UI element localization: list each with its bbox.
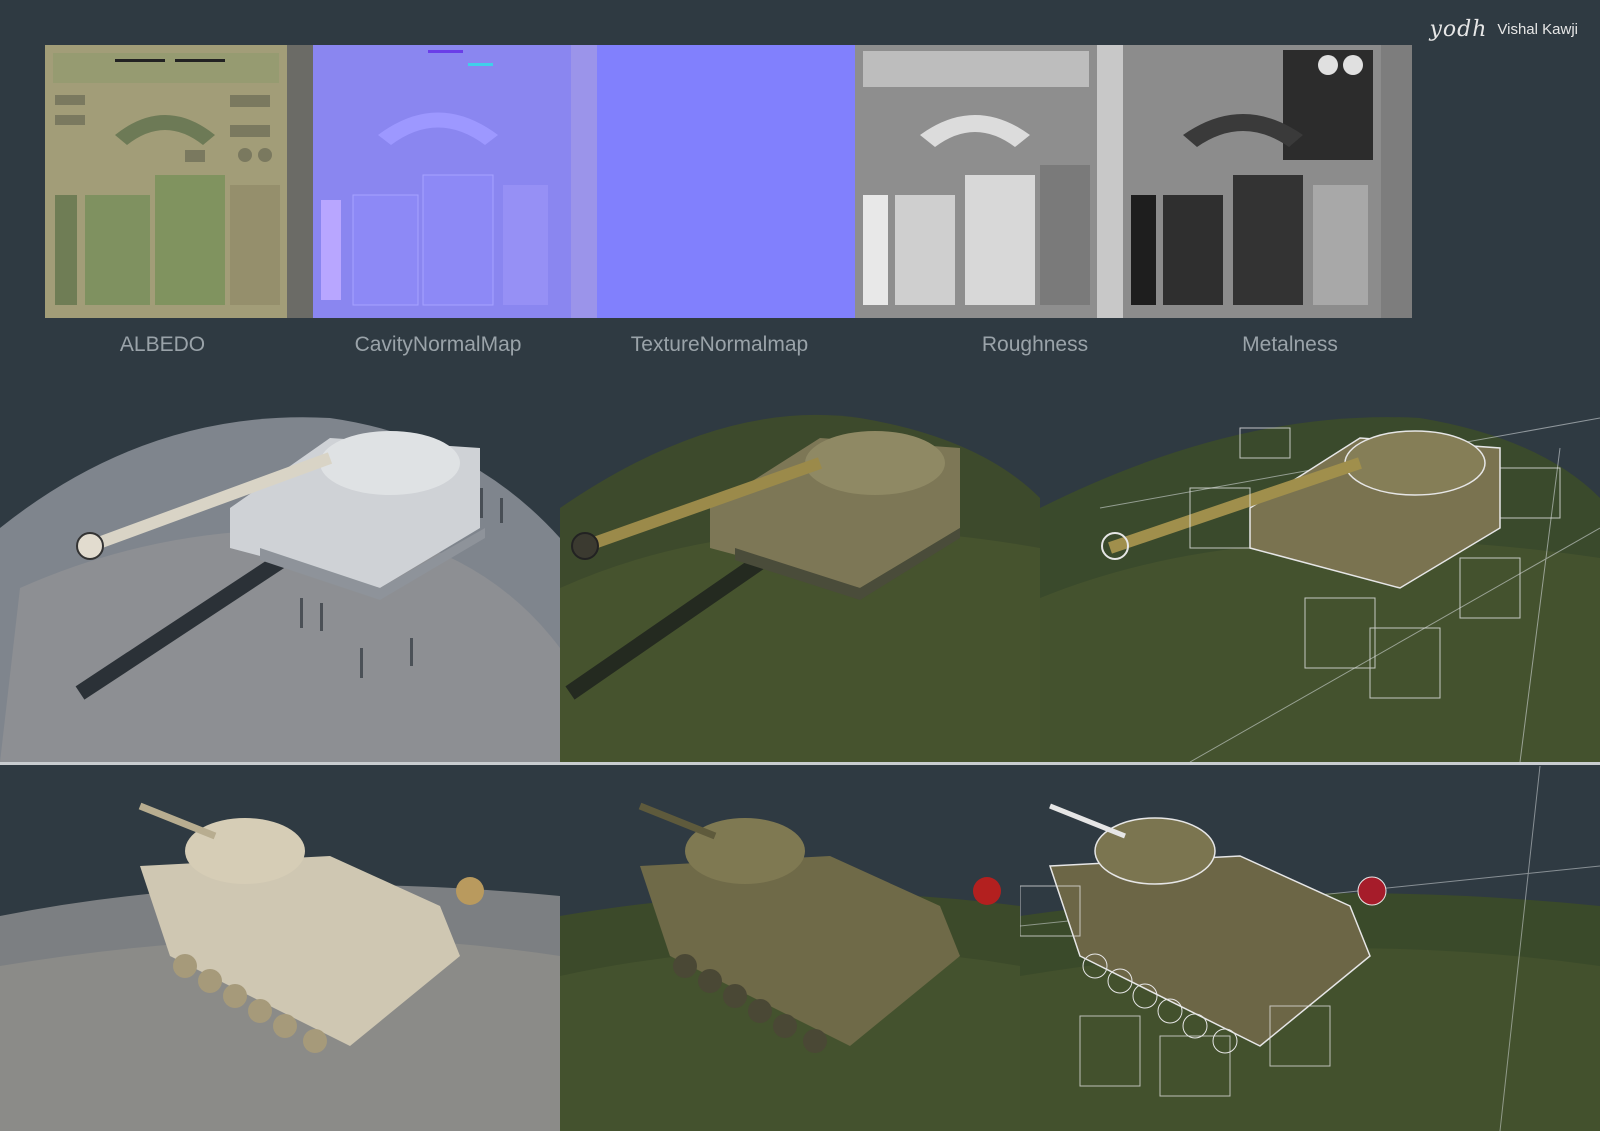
texture-normal-map-image <box>597 45 855 318</box>
textured-render-bottom <box>560 766 1020 1131</box>
roughness-label: Roughness <box>981 333 1089 356</box>
metalness-map-image <box>1123 45 1381 318</box>
texture-map-strip <box>45 45 1412 318</box>
render-row-top <box>0 388 1600 762</box>
clay-render-top <box>0 388 560 762</box>
wireframe-render-bottom <box>1020 766 1600 1131</box>
texture-normal-map-label: TextureNormalmap <box>630 333 809 356</box>
metalness-label: Metalness <box>1242 333 1338 356</box>
wireframe-render-top <box>1040 388 1600 762</box>
render-row-bottom <box>0 766 1600 1131</box>
clay-render-bottom <box>0 766 560 1131</box>
albedo-label: ALBEDO <box>119 333 206 356</box>
cavity-normal-map-image <box>313 45 571 318</box>
row-divider <box>0 762 1600 765</box>
metalness-edge-strip <box>1381 45 1412 318</box>
roughness-map-image <box>855 45 1097 318</box>
author-logo: yodh <box>1429 16 1488 42</box>
roughness-edge-strip <box>1097 45 1123 318</box>
cavity-edge-strip <box>571 45 597 318</box>
textured-render-top <box>560 388 1040 762</box>
albedo-edge-strip <box>287 45 313 318</box>
author-name: Vishal Kawji <box>1497 20 1578 38</box>
cavity-normal-map-label: CavityNormalMap <box>354 333 522 356</box>
author-signature: yodh Vishal Kawji <box>1429 14 1578 44</box>
albedo-map-image <box>45 45 287 318</box>
